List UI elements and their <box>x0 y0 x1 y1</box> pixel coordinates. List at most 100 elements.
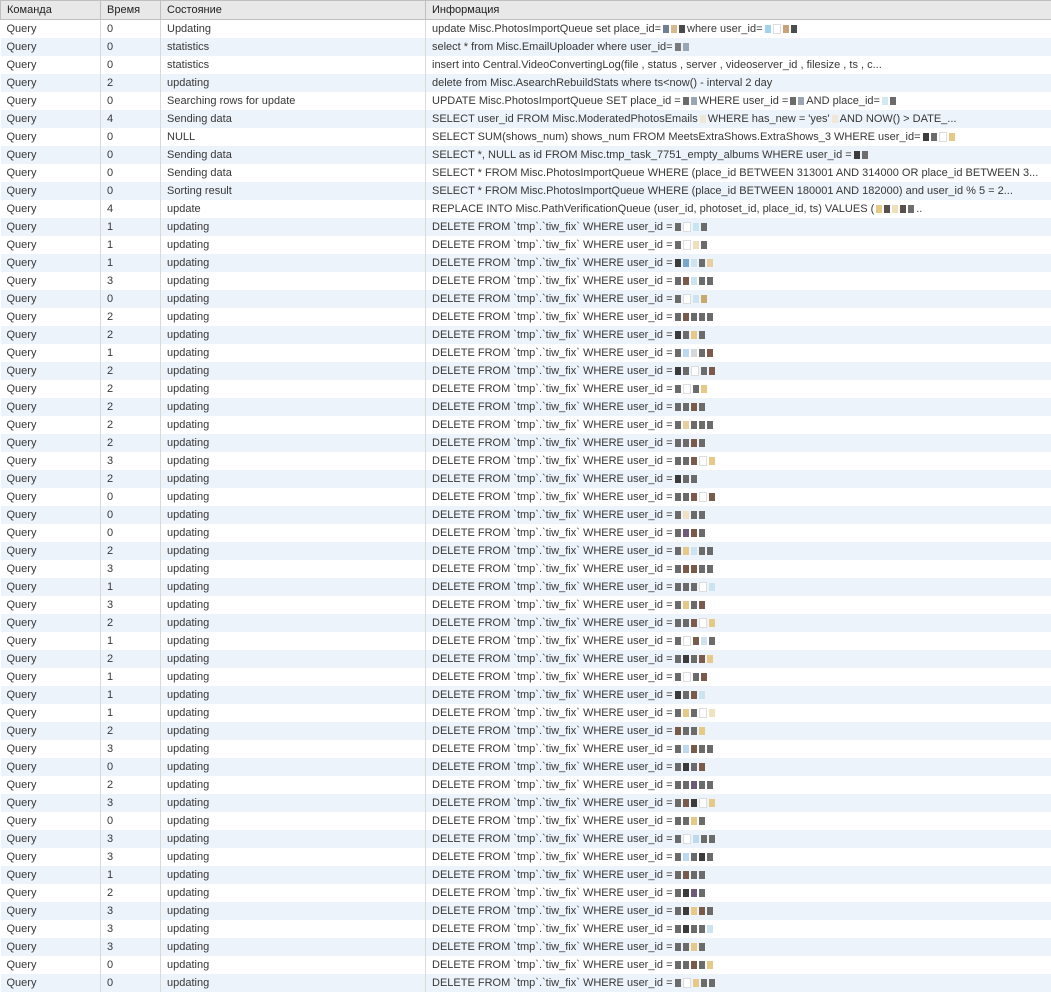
info-text: SELECT * FROM Misc.PhotosImportQueue WHE… <box>432 167 1038 179</box>
table-row[interactable]: Query0NULLSELECT SUM(shows_num) shows_nu… <box>1 128 1051 146</box>
col-header-time[interactable]: Время <box>101 1 161 20</box>
cell-state: updating <box>161 650 426 668</box>
cell-state: updating <box>161 614 426 632</box>
cell-command: Query <box>1 110 101 128</box>
cell-command: Query <box>1 146 101 164</box>
redacted-value <box>675 853 715 861</box>
cell-time: 2 <box>101 416 161 434</box>
table-row[interactable]: Query0statisticsinsert into Central.Vide… <box>1 56 1051 74</box>
table-row[interactable]: Query3updatingDELETE FROM `tmp`.`tiw_fix… <box>1 830 1051 848</box>
cell-info: DELETE FROM `tmp`.`tiw_fix` WHERE user_i… <box>426 830 1051 848</box>
cell-info: REPLACE INTO Misc.PathVerificationQueue … <box>426 200 1051 218</box>
cell-state: updating <box>161 848 426 866</box>
col-header-info[interactable]: Информация <box>426 1 1051 20</box>
table-row[interactable]: Query1updatingDELETE FROM `tmp`.`tiw_fix… <box>1 236 1051 254</box>
cell-command: Query <box>1 794 101 812</box>
table-row[interactable]: Query0Sorting resultSELECT * FROM Misc.P… <box>1 182 1051 200</box>
table-row[interactable]: Query0Updatingupdate Misc.PhotosImportQu… <box>1 20 1051 39</box>
table-row[interactable]: Query3updatingDELETE FROM `tmp`.`tiw_fix… <box>1 560 1051 578</box>
table-row[interactable]: Query1updatingDELETE FROM `tmp`.`tiw_fix… <box>1 632 1051 650</box>
cell-info: DELETE FROM `tmp`.`tiw_fix` WHERE user_i… <box>426 668 1051 686</box>
cell-state: updating <box>161 686 426 704</box>
cell-info: insert into Central.VideoConvertingLog(f… <box>426 56 1051 74</box>
table-row[interactable]: Query0Searching rows for updateUPDATE Mi… <box>1 92 1051 110</box>
table-row[interactable]: Query3updatingDELETE FROM `tmp`.`tiw_fix… <box>1 272 1051 290</box>
cell-state: updating <box>161 254 426 272</box>
table-row[interactable]: Query1updatingDELETE FROM `tmp`.`tiw_fix… <box>1 704 1051 722</box>
cell-state: updating <box>161 794 426 812</box>
table-row[interactable]: Query2updatingDELETE FROM `tmp`.`tiw_fix… <box>1 542 1051 560</box>
table-row[interactable]: Query2updatingDELETE FROM `tmp`.`tiw_fix… <box>1 722 1051 740</box>
cell-time: 1 <box>101 668 161 686</box>
table-row[interactable]: Query1updatingDELETE FROM `tmp`.`tiw_fix… <box>1 686 1051 704</box>
table-row[interactable]: Query1updatingDELETE FROM `tmp`.`tiw_fix… <box>1 344 1051 362</box>
col-header-command[interactable]: Команда <box>1 1 101 20</box>
table-row[interactable]: Query2updatingDELETE FROM `tmp`.`tiw_fix… <box>1 326 1051 344</box>
table-row[interactable]: Query2updatingDELETE FROM `tmp`.`tiw_fix… <box>1 362 1051 380</box>
table-row[interactable]: Query3updatingDELETE FROM `tmp`.`tiw_fix… <box>1 740 1051 758</box>
table-row[interactable]: Query3updatingDELETE FROM `tmp`.`tiw_fix… <box>1 452 1051 470</box>
table-row[interactable]: Query0updatingDELETE FROM `tmp`.`tiw_fix… <box>1 758 1051 776</box>
table-row[interactable]: Query0Sending dataSELECT * FROM Misc.Pho… <box>1 164 1051 182</box>
table-row[interactable]: Query3updatingDELETE FROM `tmp`.`tiw_fix… <box>1 794 1051 812</box>
table-row[interactable]: Query2updatingDELETE FROM `tmp`.`tiw_fix… <box>1 434 1051 452</box>
cell-info: DELETE FROM `tmp`.`tiw_fix` WHERE user_i… <box>426 488 1051 506</box>
table-row[interactable]: Query2updatingDELETE FROM `tmp`.`tiw_fix… <box>1 776 1051 794</box>
cell-info: DELETE FROM `tmp`.`tiw_fix` WHERE user_i… <box>426 920 1051 938</box>
redacted-value <box>675 817 707 825</box>
table-row[interactable]: Query1updatingDELETE FROM `tmp`.`tiw_fix… <box>1 668 1051 686</box>
cell-time: 0 <box>101 164 161 182</box>
cell-command: Query <box>1 650 101 668</box>
table-row[interactable]: Query0updatingDELETE FROM `tmp`.`tiw_fix… <box>1 974 1051 992</box>
cell-info: DELETE FROM `tmp`.`tiw_fix` WHERE user_i… <box>426 326 1051 344</box>
table-row[interactable]: Query1updatingDELETE FROM `tmp`.`tiw_fix… <box>1 578 1051 596</box>
table-row[interactable]: Query3updatingDELETE FROM `tmp`.`tiw_fix… <box>1 920 1051 938</box>
redacted-value <box>675 331 707 339</box>
table-row[interactable]: Query4updateREPLACE INTO Misc.PathVerifi… <box>1 200 1051 218</box>
redacted-value <box>675 492 717 502</box>
redacted-value <box>675 403 707 411</box>
table-row[interactable]: Query1updatingDELETE FROM `tmp`.`tiw_fix… <box>1 218 1051 236</box>
table-row[interactable]: Query3updatingDELETE FROM `tmp`.`tiw_fix… <box>1 902 1051 920</box>
table-row[interactable]: Query1updatingDELETE FROM `tmp`.`tiw_fix… <box>1 254 1051 272</box>
info-text: UPDATE Misc.PhotosImportQueue SET place_… <box>432 95 681 107</box>
redacted-value <box>663 25 687 33</box>
table-row[interactable]: Query0statisticsselect * from Misc.Email… <box>1 38 1051 56</box>
table-row[interactable]: Query4Sending dataSELECT user_id FROM Mi… <box>1 110 1051 128</box>
info-text: DELETE FROM `tmp`.`tiw_fix` WHERE user_i… <box>432 851 673 863</box>
info-text: AND place_id= <box>806 95 880 107</box>
cell-state: updating <box>161 632 426 650</box>
table-row[interactable]: Query0updatingDELETE FROM `tmp`.`tiw_fix… <box>1 290 1051 308</box>
cell-time: 2 <box>101 614 161 632</box>
table-row[interactable]: Query0updatingDELETE FROM `tmp`.`tiw_fix… <box>1 812 1051 830</box>
cell-command: Query <box>1 560 101 578</box>
redacted-value <box>675 222 709 232</box>
cell-command: Query <box>1 272 101 290</box>
table-row[interactable]: Query2updatingDELETE FROM `tmp`.`tiw_fix… <box>1 380 1051 398</box>
table-row[interactable]: Query0updatingDELETE FROM `tmp`.`tiw_fix… <box>1 506 1051 524</box>
table-row[interactable]: Query0updatingDELETE FROM `tmp`.`tiw_fix… <box>1 524 1051 542</box>
table-row[interactable]: Query3updatingDELETE FROM `tmp`.`tiw_fix… <box>1 596 1051 614</box>
table-row[interactable]: Query2updatingDELETE FROM `tmp`.`tiw_fix… <box>1 650 1051 668</box>
col-header-state[interactable]: Состояние <box>161 1 426 20</box>
cell-info: SELECT * FROM Misc.PhotosImportQueue WHE… <box>426 182 1051 200</box>
table-row[interactable]: Query2updatingdelete from Misc.AsearchRe… <box>1 74 1051 92</box>
cell-info: DELETE FROM `tmp`.`tiw_fix` WHERE user_i… <box>426 740 1051 758</box>
table-row[interactable]: Query3updatingDELETE FROM `tmp`.`tiw_fix… <box>1 848 1051 866</box>
table-row[interactable]: Query2updatingDELETE FROM `tmp`.`tiw_fix… <box>1 614 1051 632</box>
cell-command: Query <box>1 380 101 398</box>
table-row[interactable]: Query0Sending dataSELECT *, NULL as id F… <box>1 146 1051 164</box>
cell-command: Query <box>1 128 101 146</box>
cell-info: DELETE FROM `tmp`.`tiw_fix` WHERE user_i… <box>426 416 1051 434</box>
table-row[interactable]: Query2updatingDELETE FROM `tmp`.`tiw_fix… <box>1 308 1051 326</box>
table-row[interactable]: Query0updatingDELETE FROM `tmp`.`tiw_fix… <box>1 488 1051 506</box>
table-row[interactable]: Query3updatingDELETE FROM `tmp`.`tiw_fix… <box>1 938 1051 956</box>
table-row[interactable]: Query2updatingDELETE FROM `tmp`.`tiw_fix… <box>1 398 1051 416</box>
table-row[interactable]: Query0updatingDELETE FROM `tmp`.`tiw_fix… <box>1 956 1051 974</box>
cell-time: 2 <box>101 326 161 344</box>
table-row[interactable]: Query2updatingDELETE FROM `tmp`.`tiw_fix… <box>1 884 1051 902</box>
table-row[interactable]: Query2updatingDELETE FROM `tmp`.`tiw_fix… <box>1 470 1051 488</box>
table-row[interactable]: Query1updatingDELETE FROM `tmp`.`tiw_fix… <box>1 866 1051 884</box>
cell-time: 2 <box>101 74 161 92</box>
table-row[interactable]: Query2updatingDELETE FROM `tmp`.`tiw_fix… <box>1 416 1051 434</box>
